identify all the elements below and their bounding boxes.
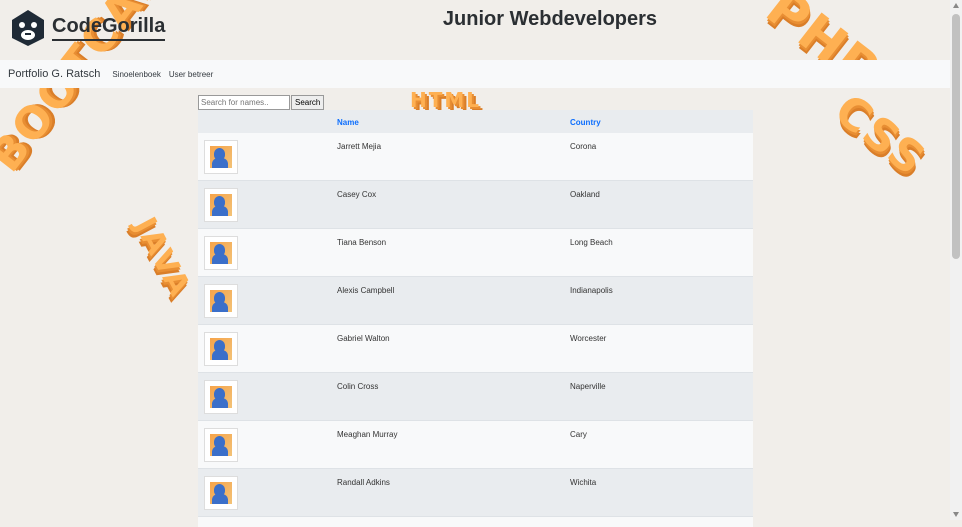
navbar: Portfolio G. Ratsch Sinoelenboek User be… xyxy=(0,60,950,88)
table-row[interactable]: Gabriel Walton Worcester xyxy=(198,325,753,373)
table-row[interactable]: Alexis Campbell Indianapolis xyxy=(198,277,753,325)
vertical-scrollbar[interactable] xyxy=(950,0,962,520)
search-input[interactable] xyxy=(198,95,290,110)
table-row[interactable]: Meaghan Murray Cary xyxy=(198,421,753,469)
search-button[interactable]: Search xyxy=(291,95,325,110)
column-header-country[interactable]: Country xyxy=(570,118,601,127)
search-form: Search xyxy=(198,95,325,110)
cell-name: Gabriel Walton xyxy=(337,334,390,343)
cell-name: Tiana Benson xyxy=(337,238,387,247)
decor-text-html: HTML xyxy=(410,88,482,112)
cell-country: Cary xyxy=(570,430,587,439)
user-avatar-icon xyxy=(205,285,237,317)
user-avatar-icon xyxy=(205,429,237,461)
table-row[interactable]: Colin Cross Naperville xyxy=(198,373,753,421)
table-row-partial xyxy=(198,517,753,527)
cell-name: Colin Cross xyxy=(337,382,379,391)
cell-country: Long Beach xyxy=(570,238,613,247)
table-row[interactable]: Casey Cox Oakland xyxy=(198,181,753,229)
scrollbar-thumb[interactable] xyxy=(952,14,960,259)
user-avatar-icon xyxy=(205,237,237,269)
column-header-name[interactable]: Name xyxy=(337,118,359,127)
user-avatar-icon xyxy=(205,381,237,413)
table-row[interactable]: Jarrett Mejia Corona xyxy=(198,133,753,181)
cell-name: Randall Adkins xyxy=(337,478,390,487)
user-avatar-icon xyxy=(205,189,237,221)
scroll-up-icon[interactable] xyxy=(953,3,959,8)
navbar-brand[interactable]: Portfolio G. Ratsch xyxy=(8,68,100,80)
page-header: CodeGorilla Junior Webdevelopers xyxy=(0,0,950,60)
table-row[interactable]: Randall Adkins Wichita xyxy=(198,469,753,517)
page-title: Junior Webdevelopers xyxy=(442,8,658,30)
user-avatar-icon xyxy=(205,477,237,509)
nav-link-user-betreer[interactable]: User betreer xyxy=(169,70,213,79)
decor-text-css: CSS xyxy=(824,84,936,187)
table-row[interactable]: Tiana Benson Long Beach xyxy=(198,229,753,277)
cell-country: Corona xyxy=(570,142,597,151)
nav-link-sinoelenboek[interactable]: Sinoelenboek xyxy=(112,70,160,79)
cell-country: Worcester xyxy=(570,334,607,343)
cell-name: Alexis Campbell xyxy=(337,286,395,295)
cell-country: Naperville xyxy=(570,382,606,391)
cell-name: Casey Cox xyxy=(337,190,377,199)
cell-country: Oakland xyxy=(570,190,600,199)
user-avatar-icon xyxy=(205,333,237,365)
decor-text-java: JAVA xyxy=(127,211,198,304)
cell-name: Meaghan Murray xyxy=(337,430,398,439)
cell-name: Jarrett Mejia xyxy=(337,142,382,151)
cell-country: Wichita xyxy=(570,478,597,487)
table-header: Name Country xyxy=(198,110,753,133)
cell-country: Indianapolis xyxy=(570,286,613,295)
user-avatar-icon xyxy=(205,141,237,173)
users-table: Name Country Jarrett Mejia Corona Casey … xyxy=(198,110,753,527)
scroll-down-icon[interactable] xyxy=(953,512,959,517)
